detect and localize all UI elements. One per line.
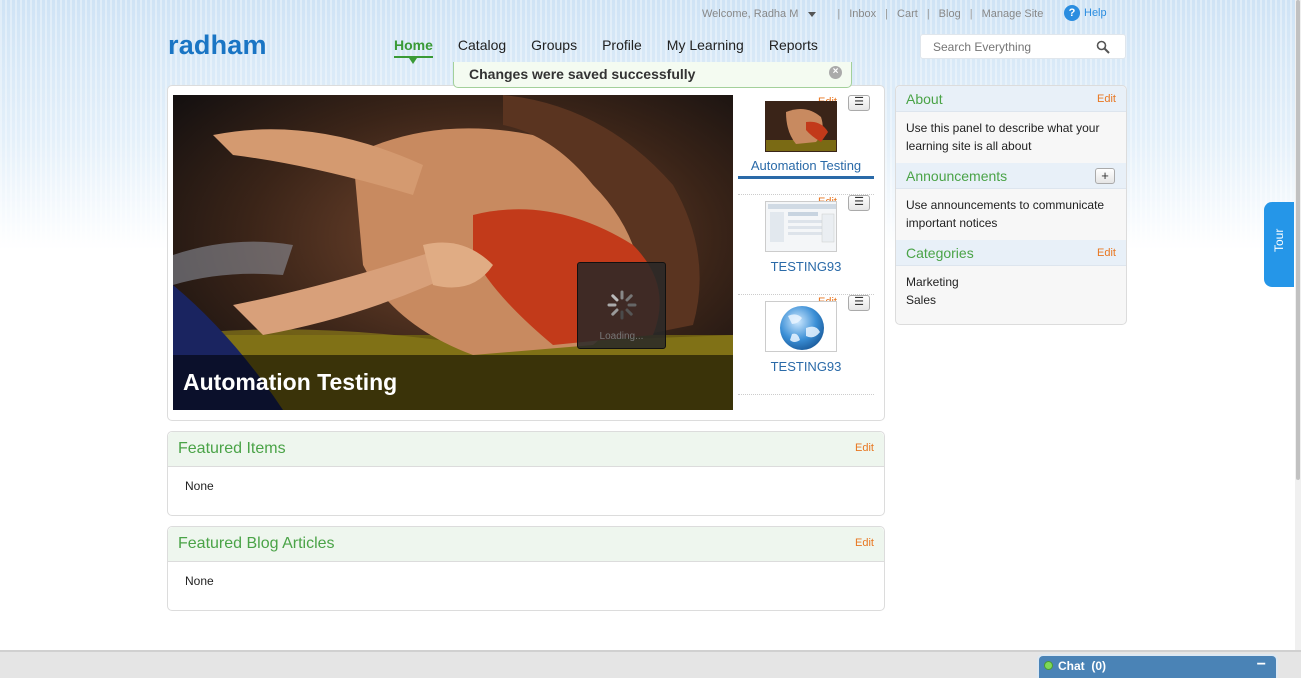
search-icon[interactable] bbox=[1096, 40, 1110, 54]
announcements-header: Announcements + bbox=[896, 163, 1126, 189]
online-status-icon bbox=[1044, 661, 1053, 670]
minimize-icon[interactable]: − bbox=[1257, 656, 1266, 674]
selected-indicator bbox=[738, 176, 874, 179]
nav-catalog[interactable]: Catalog bbox=[458, 37, 506, 53]
categories-list: Marketing Sales bbox=[896, 266, 1126, 309]
thumb-title[interactable]: TESTING93 bbox=[738, 359, 874, 374]
featured-items-panel: Featured Items Edit None bbox=[167, 431, 885, 516]
page-scrollbar[interactable] bbox=[1295, 0, 1301, 652]
add-announcement-button[interactable]: + bbox=[1095, 168, 1115, 184]
menu-icon[interactable]: ☰ bbox=[848, 95, 870, 111]
featured-blog-header: Featured Blog Articles Edit bbox=[168, 527, 884, 562]
featured-items-body: None bbox=[185, 479, 214, 493]
search-box bbox=[920, 34, 1126, 59]
screenshot-thumb-icon bbox=[766, 202, 836, 251]
manage-site-link[interactable]: Manage Site bbox=[982, 8, 1044, 20]
nav-my-learning[interactable]: My Learning bbox=[667, 37, 744, 53]
welcome-text: Welcome, Radha M bbox=[702, 8, 799, 20]
thumb-title[interactable]: Automation Testing bbox=[738, 158, 874, 173]
help-link[interactable]: ? Help bbox=[1064, 5, 1107, 21]
chat-label: Chat (0) bbox=[1058, 659, 1106, 673]
site-logo[interactable]: radham bbox=[168, 30, 267, 61]
about-edit-link[interactable]: Edit bbox=[1097, 93, 1116, 105]
featured-carousel: Automation Testing Loading... Edit ☰ bbox=[167, 85, 885, 421]
carousel-thumb[interactable]: Edit ☰ TESTING93 bbox=[738, 295, 874, 395]
scrollbar-thumb[interactable] bbox=[1296, 0, 1300, 480]
thumb-image[interactable] bbox=[765, 101, 837, 152]
help-label: Help bbox=[1084, 7, 1107, 19]
carousel-thumb[interactable]: Edit ☰ TESTING93 bbox=[738, 195, 874, 295]
utility-bar: Welcome, Radha M | Inbox | Cart | Blog |… bbox=[702, 8, 1044, 20]
announcements-title: Announcements bbox=[906, 168, 1008, 184]
featured-items-title: Featured Items bbox=[178, 440, 286, 457]
chat-title: Chat bbox=[1058, 659, 1085, 673]
search-input[interactable] bbox=[933, 35, 1103, 58]
menu-icon[interactable]: ☰ bbox=[848, 295, 870, 311]
featured-blog-panel: Featured Blog Articles Edit None bbox=[167, 526, 885, 611]
thumb-image[interactable] bbox=[765, 201, 837, 252]
success-notice: Changes were saved successfully × bbox=[453, 62, 852, 88]
featured-blog-title: Featured Blog Articles bbox=[178, 535, 335, 552]
carousel-thumb[interactable]: Edit ☰ Automation Testing bbox=[738, 95, 874, 195]
category-item[interactable]: Marketing bbox=[906, 273, 1116, 291]
about-header: About Edit bbox=[896, 86, 1126, 112]
thumb-title[interactable]: TESTING93 bbox=[738, 259, 874, 274]
blog-link[interactable]: Blog bbox=[939, 8, 961, 20]
globe-icon bbox=[766, 302, 836, 351]
tour-label: Tour bbox=[1272, 228, 1286, 252]
loading-text: Loading... bbox=[599, 331, 644, 342]
cart-link[interactable]: Cart bbox=[897, 8, 918, 20]
tour-tab[interactable]: Tour bbox=[1264, 202, 1294, 287]
user-menu-caret-icon[interactable] bbox=[808, 11, 817, 17]
notice-text: Changes were saved successfully bbox=[469, 66, 696, 82]
chat-count: (0) bbox=[1091, 659, 1107, 673]
nav-profile[interactable]: Profile bbox=[602, 37, 642, 53]
close-icon[interactable]: × bbox=[829, 66, 842, 79]
chat-bar[interactable]: Chat (0) − bbox=[1037, 654, 1278, 678]
featured-blog-edit-link[interactable]: Edit bbox=[855, 537, 874, 549]
nav-home[interactable]: Home bbox=[394, 37, 433, 64]
category-item[interactable]: Sales bbox=[906, 291, 1116, 309]
loading-spinner-icon bbox=[607, 290, 637, 320]
categories-header: Categories Edit bbox=[896, 240, 1126, 266]
nav-groups[interactable]: Groups bbox=[531, 37, 577, 53]
featured-items-edit-link[interactable]: Edit bbox=[855, 442, 874, 454]
nav-reports[interactable]: Reports bbox=[769, 37, 818, 53]
main-nav: Home Catalog Groups Profile My Learning … bbox=[394, 37, 843, 64]
about-text: Use this panel to describe what your lea… bbox=[906, 121, 1100, 153]
featured-items-header: Featured Items Edit bbox=[168, 432, 884, 467]
sidebar-panel: About Edit Use this panel to describe wh… bbox=[895, 85, 1127, 325]
categories-edit-link[interactable]: Edit bbox=[1097, 247, 1116, 259]
help-question-icon: ? bbox=[1064, 5, 1080, 21]
hero-caption-text: Automation Testing bbox=[183, 369, 398, 395]
featured-blog-body: None bbox=[185, 574, 214, 588]
menu-icon[interactable]: ☰ bbox=[848, 195, 870, 211]
about-title: About bbox=[906, 91, 943, 107]
announcements-text: Use announcements to communicate importa… bbox=[906, 198, 1105, 230]
wrestling-thumb-icon bbox=[766, 102, 836, 151]
loading-overlay: Loading... bbox=[577, 262, 666, 349]
hero-caption: Automation Testing bbox=[173, 355, 733, 410]
inbox-link[interactable]: Inbox bbox=[849, 8, 876, 20]
categories-title: Categories bbox=[906, 245, 974, 261]
hero-image[interactable]: Automation Testing bbox=[173, 95, 733, 410]
thumb-image[interactable] bbox=[765, 301, 837, 352]
carousel-thumbs: Edit ☰ Automation Testing Edit ☰ bbox=[738, 95, 874, 395]
